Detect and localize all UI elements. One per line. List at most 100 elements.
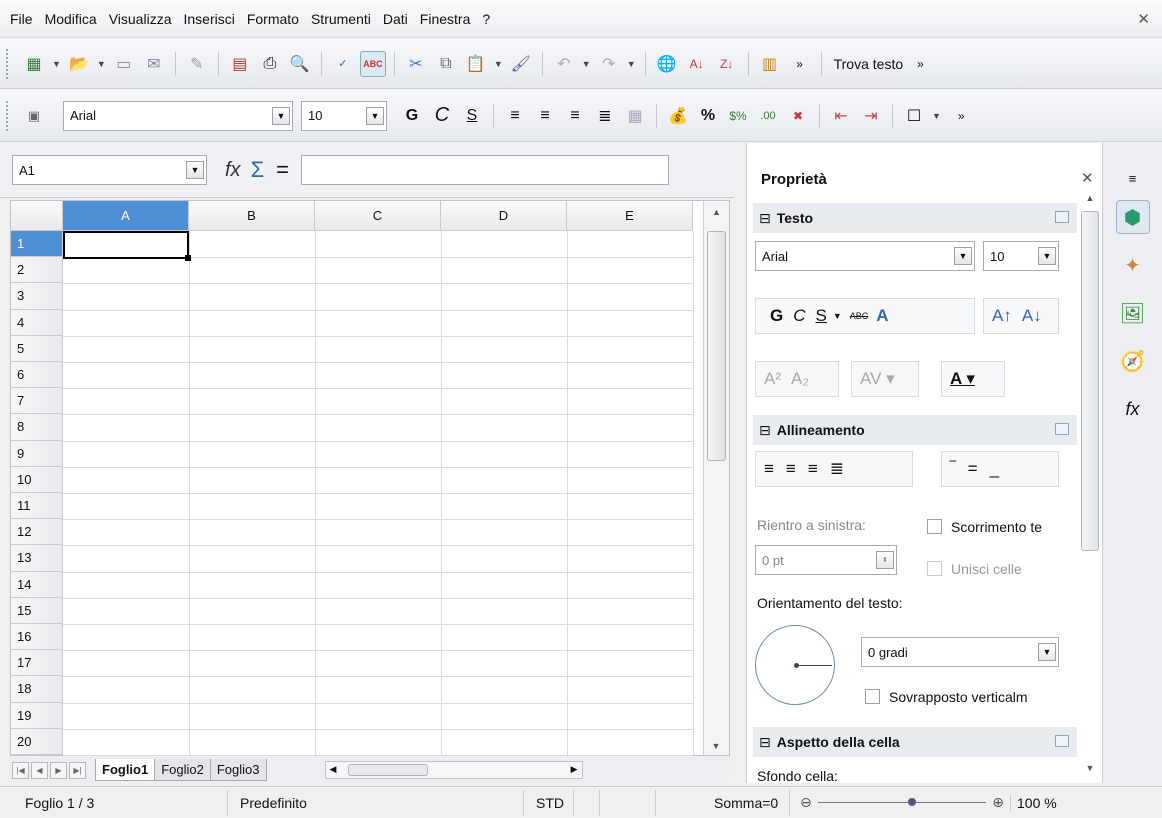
font-size-combo[interactable]: 10 ▼ — [301, 100, 387, 131]
row-header-2[interactable]: 2 — [11, 257, 63, 284]
zoom-in-icon[interactable]: ⊕ — [992, 794, 1004, 811]
scroll-left-icon[interactable]: ◀ — [330, 764, 337, 775]
row-header-17[interactable]: 17 — [11, 650, 63, 677]
underline-dropdown-icon[interactable]: ▼ — [833, 311, 842, 321]
clone-formatting-icon[interactable]: 🖌 — [508, 51, 534, 77]
degrees-combo[interactable]: 0 gradi ▼ — [861, 637, 1059, 667]
name-box[interactable]: A1 ▼ — [12, 155, 207, 185]
formula-input[interactable] — [301, 155, 670, 185]
sidebar-bold-button[interactable]: G — [770, 306, 783, 326]
corner-select-all[interactable] — [11, 201, 63, 231]
email-icon[interactable]: ✉ — [141, 51, 167, 77]
overflow-icon-right[interactable]: » — [917, 57, 924, 71]
menu-dati[interactable]: Dati — [383, 11, 408, 27]
close-document-icon[interactable]: ✕ — [1137, 10, 1150, 28]
function-wizard-icon[interactable]: fx — [225, 159, 241, 182]
new-icon[interactable]: ▦ — [21, 51, 47, 77]
stacked-vertically-checkbox[interactable] — [865, 689, 880, 704]
chevron-down-icon[interactable]: ▼ — [272, 106, 290, 125]
row-header-11[interactable]: 11 — [11, 493, 63, 520]
overflow-icon-right[interactable]: » — [958, 109, 965, 123]
menu-modifica[interactable]: Modifica — [45, 11, 97, 27]
find-text-label[interactable]: Trova testo — [834, 56, 904, 72]
horizontal-scrollbar[interactable]: ◀ ▶ — [324, 761, 583, 779]
formula-equals-icon[interactable]: = — [276, 157, 289, 183]
sort-ascending-icon[interactable]: A↓ — [684, 51, 710, 77]
decrease-font-icon[interactable]: A↓ — [1022, 306, 1042, 326]
column-header-d[interactable]: D — [441, 201, 567, 231]
overflow-icon[interactable]: » — [787, 51, 813, 77]
status-sum[interactable]: Somma=0 — [656, 789, 790, 816]
row-header-7[interactable]: 7 — [11, 388, 63, 415]
sidebar-underline-button[interactable]: S — [816, 306, 827, 326]
sidebar-menu-icon[interactable]: ≡ — [1103, 171, 1162, 186]
row-header-20[interactable]: 20 — [11, 728, 63, 755]
collapse-icon[interactable]: ⊟ — [759, 210, 771, 227]
borders-icon[interactable]: ☐ — [901, 103, 927, 129]
undo-dropdown-icon[interactable]: ▼ — [582, 59, 591, 69]
print-icon[interactable]: ⎙ — [257, 51, 283, 77]
sidebar-scrollbar[interactable]: ▲ ▼ — [1079, 193, 1101, 773]
align-right-icon[interactable]: ≡ — [808, 459, 818, 479]
paste-icon[interactable]: 📋 — [463, 51, 489, 77]
sidebar-scroll-thumb[interactable] — [1081, 211, 1099, 551]
scroll-down-icon[interactable]: ▼ — [704, 741, 728, 751]
spellcheck-icon[interactable]: ✓ — [330, 51, 356, 77]
increase-indent-icon[interactable]: ⇥ — [858, 103, 884, 129]
scroll-down-icon[interactable]: ▼ — [1079, 763, 1101, 773]
row-header-9[interactable]: 9 — [11, 440, 63, 467]
zoom-track[interactable] — [817, 798, 987, 806]
subscript-icon[interactable]: A₂ — [791, 369, 809, 389]
sheet-tab-foglio1[interactable]: Foglio1 — [95, 759, 156, 781]
row-header-5[interactable]: 5 — [11, 335, 63, 362]
wrap-text-checkbox[interactable] — [927, 519, 942, 534]
orientation-dial[interactable] — [755, 625, 835, 705]
scroll-up-icon[interactable]: ▲ — [1079, 193, 1101, 203]
column-header-e[interactable]: E — [567, 201, 693, 231]
scroll-up-icon[interactable]: ▲ — [704, 201, 729, 225]
superscript-icon[interactable]: A² — [764, 369, 781, 389]
status-mode[interactable]: STD — [524, 789, 574, 816]
more-options-icon[interactable] — [1055, 735, 1069, 747]
italic-button[interactable]: C — [429, 103, 455, 129]
chevron-down-icon[interactable]: ▼ — [1038, 643, 1056, 661]
font-name-combo[interactable]: Arial ▼ — [63, 100, 293, 131]
properties-deck-icon[interactable]: ⬢ — [1115, 200, 1150, 234]
next-sheet-icon[interactable]: ▶ — [50, 761, 67, 779]
menu-strumenti[interactable]: Strumenti — [311, 11, 371, 27]
column-header-b[interactable]: B — [189, 201, 315, 231]
bold-button[interactable]: G — [399, 103, 425, 129]
spin-icon[interactable]: ⬍ — [876, 551, 894, 569]
redo-dropdown-icon[interactable]: ▼ — [627, 59, 636, 69]
redo-icon[interactable]: ↷ — [596, 51, 622, 77]
collapse-icon[interactable]: ⊟ — [759, 422, 771, 439]
column-header-c[interactable]: C — [315, 201, 441, 231]
print-preview-icon[interactable]: 🔍 — [287, 51, 313, 77]
scroll-thumb[interactable] — [707, 231, 726, 461]
undo-icon[interactable]: ↶ — [551, 51, 577, 77]
increase-font-icon[interactable]: A↑ — [992, 306, 1012, 326]
menu-formato[interactable]: Formato — [247, 11, 299, 27]
align-middle-icon[interactable]: = — [968, 459, 978, 479]
add-decimal-icon[interactable]: .00 — [755, 103, 781, 129]
new-dropdown-icon[interactable]: ▼ — [52, 59, 61, 69]
delete-decimal-icon[interactable]: ✖ — [785, 103, 811, 129]
strikethrough-icon[interactable]: ABC — [850, 311, 869, 321]
sidebar-font-size-combo[interactable]: 10 ▼ — [983, 241, 1059, 271]
currency-icon[interactable]: 💰 — [665, 103, 691, 129]
row-header-8[interactable]: 8 — [11, 414, 63, 441]
menu-file[interactable]: File — [10, 11, 33, 27]
status-sheet[interactable]: Foglio 1 / 3 — [0, 789, 228, 816]
indent-spinner[interactable]: 0 pt ⬍ — [755, 545, 897, 575]
align-left-icon[interactable]: ≡ — [502, 103, 528, 129]
autospellcheck-icon[interactable]: ABC — [359, 50, 386, 77]
chevron-down-icon[interactable]: ▼ — [1038, 247, 1056, 265]
toolbar-grip[interactable] — [6, 100, 11, 131]
sum-icon[interactable]: Σ — [251, 157, 265, 183]
underline-button[interactable]: S — [459, 103, 485, 129]
status-page-style[interactable]: Predefinito — [228, 789, 524, 816]
row-header-6[interactable]: 6 — [11, 362, 63, 389]
menu-inserisci[interactable]: Inserisci — [183, 11, 234, 27]
justify-icon[interactable]: ≣ — [830, 459, 844, 479]
shadow-icon[interactable]: A — [876, 306, 888, 326]
